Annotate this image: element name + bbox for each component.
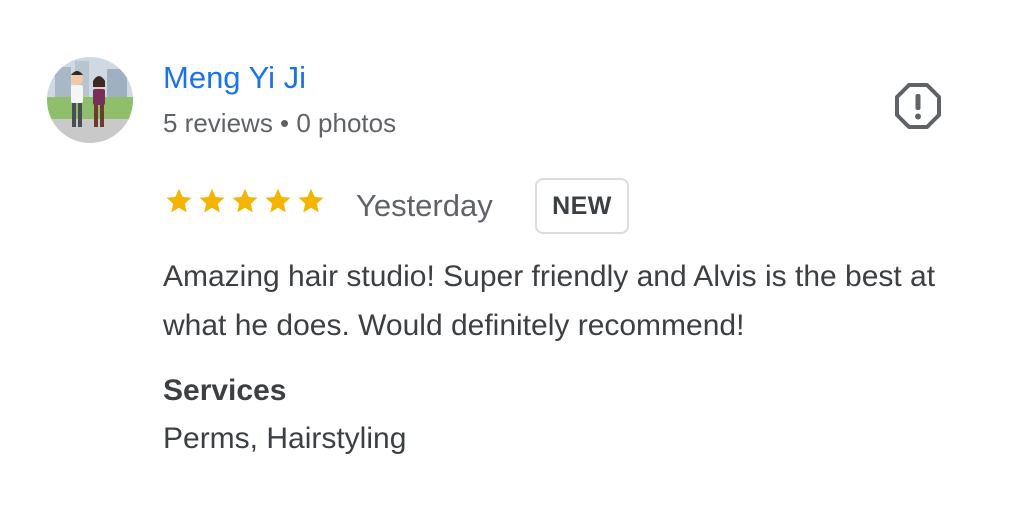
review-text: Amazing hair studio! Super friendly and … — [163, 260, 936, 342]
author-meta: 5 reviews • 0 photos — [163, 108, 397, 138]
star-rating — [164, 186, 326, 222]
author-name[interactable]: Meng Yi Ji — [163, 60, 306, 96]
new-badge: NEW — [535, 178, 629, 234]
star-icon — [298, 188, 324, 213]
star-icon — [265, 188, 291, 213]
review-card: Meng Yi Ji 5 reviews • 0 photos Yesterda… — [0, 0, 1024, 525]
star-icon — [166, 188, 192, 213]
report-button[interactable] — [894, 82, 942, 130]
star-icon — [199, 188, 225, 213]
review-date: Yesterday — [356, 188, 493, 223]
report-icon — [895, 83, 941, 129]
star-icon — [232, 188, 258, 213]
services-value: Perms, Hairstyling — [163, 422, 407, 455]
services-label: Services — [163, 374, 287, 407]
avatar-illustration — [47, 57, 133, 143]
author-avatar[interactable] — [47, 57, 133, 143]
